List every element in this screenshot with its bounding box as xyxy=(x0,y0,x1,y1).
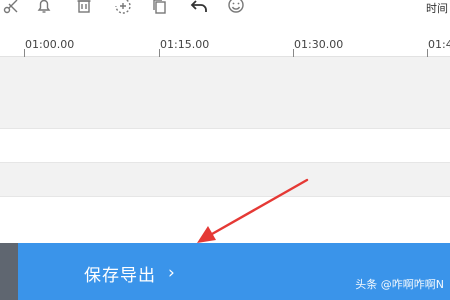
bottom-bar: 保存导出 › 头条 @咋啊咋啊N xyxy=(0,243,450,300)
copy-icon[interactable] xyxy=(149,0,171,16)
timeline-track[interactable] xyxy=(0,57,450,129)
timeline-track[interactable] xyxy=(0,129,450,163)
timeline-track[interactable] xyxy=(0,197,450,243)
ruler-label-1: 01:00.00 xyxy=(25,38,75,51)
ruler-label-2: 01:15.00 xyxy=(160,38,210,51)
video-editor: 时间 01:00.00 01:15.00 01:30.00 01:4 保存导出 … xyxy=(0,0,450,300)
chevron-right-icon: › xyxy=(168,263,176,283)
delete-icon[interactable] xyxy=(73,0,95,16)
ruler-label-3: 01:30.00 xyxy=(294,38,344,51)
bell-icon[interactable] xyxy=(33,0,55,16)
undo-icon[interactable] xyxy=(188,0,210,16)
save-export-button[interactable]: 保存导出 › xyxy=(84,261,176,286)
emoji-icon[interactable] xyxy=(225,0,247,16)
split-icon[interactable] xyxy=(112,0,134,16)
timeline-ruler[interactable]: 01:00.00 01:15.00 01:30.00 01:4 xyxy=(0,30,450,57)
watermark: 头条 @咋啊咋啊N xyxy=(355,278,444,291)
timeline-track[interactable] xyxy=(0,163,450,197)
ruler-label-4: 01:4 xyxy=(428,38,450,51)
toolbar: 时间 xyxy=(0,0,450,22)
time-label: 时间 xyxy=(426,2,448,15)
scissors-icon[interactable] xyxy=(0,0,22,16)
bottom-left-panel xyxy=(0,243,18,300)
save-export-label: 保存导出 xyxy=(84,265,156,286)
